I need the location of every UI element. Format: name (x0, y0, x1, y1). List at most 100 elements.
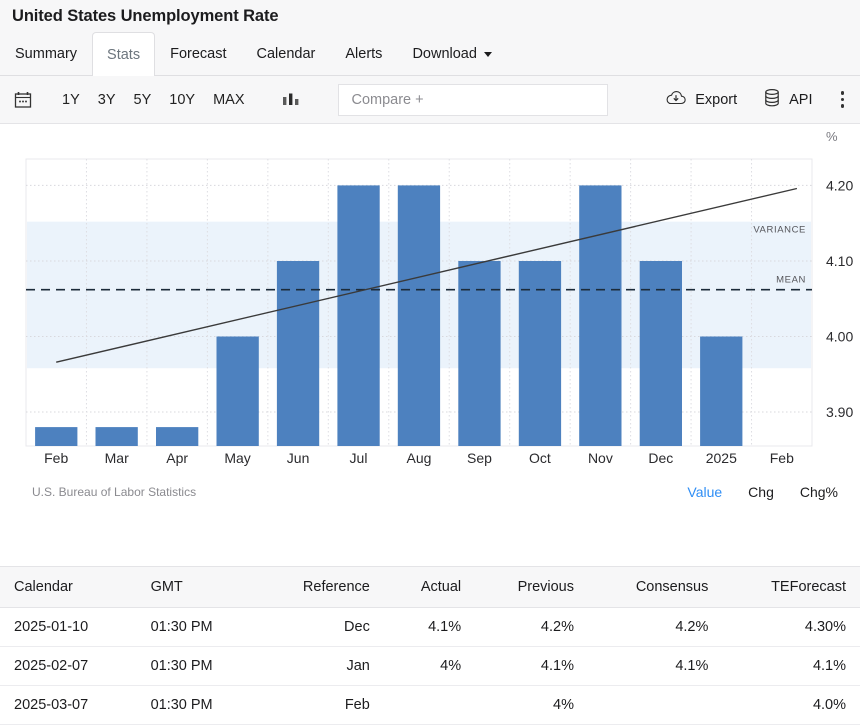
xtick-label-8: Oct (529, 450, 551, 466)
xtick-label-2: Apr (166, 450, 188, 466)
table-row[interactable]: 2025-02-0701:30 PMJan4%4.1%4.1%4.1% (0, 647, 860, 686)
bar-jul-5[interactable] (337, 185, 379, 446)
bar-oct-8[interactable] (519, 261, 561, 446)
xtick-label-6: Aug (407, 450, 432, 466)
chevron-down-icon (484, 52, 492, 57)
col-gmt: GMT (137, 567, 257, 608)
api-label: API (789, 92, 812, 108)
bar-sep-7[interactable] (458, 261, 500, 446)
cell-actual (384, 686, 475, 725)
y-unit-label: % (826, 129, 838, 144)
tab-label: Calendar (257, 46, 316, 62)
tab-download[interactable]: Download (397, 32, 507, 75)
tab-bar: Summary Stats Forecast Calendar Alerts Downlo… (0, 32, 860, 76)
cell-gmt: 01:30 PM (137, 647, 257, 686)
export-label: Export (695, 92, 737, 108)
tab-label: Download (412, 46, 477, 62)
bar-dec-10[interactable] (640, 261, 682, 446)
tab-label: Stats (107, 47, 140, 63)
col-previous: Previous (475, 567, 588, 608)
chart-toolbar: 1Y3Y5Y10YMAX Compare + Export (0, 76, 860, 124)
bar-feb-0[interactable] (35, 427, 77, 446)
tab-calendar[interactable]: Calendar (242, 32, 331, 75)
cell-consensus (588, 686, 722, 725)
bar-nov-9[interactable] (579, 185, 621, 446)
title-bar: United States Unemployment Rate (0, 0, 860, 32)
cell-actual: 4% (384, 647, 475, 686)
legend-chg-pct[interactable]: Chg% (800, 484, 838, 500)
cell-gmt: 01:30 PM (137, 608, 257, 647)
tab-forecast[interactable]: Forecast (155, 32, 241, 75)
col-actual: Actual (384, 567, 475, 608)
cell-previous: 4.2% (475, 608, 588, 647)
xtick-label-12: Feb (770, 450, 794, 466)
cell-teforecast: 4.30% (722, 608, 860, 647)
chart-panel: MEANVARIANCE4.204.104.003.90%FebMarAprMa… (0, 124, 860, 524)
tab-alerts[interactable]: Alerts (330, 32, 397, 75)
cell-consensus: 4.1% (588, 647, 722, 686)
panel-gap (0, 524, 860, 566)
compare-input[interactable]: Compare + (338, 84, 608, 116)
cell-calendar: 2025-02-07 (0, 647, 137, 686)
cell-previous: 4% (475, 686, 588, 725)
export-button[interactable]: Export (665, 89, 737, 111)
cell-teforecast: 4.0% (722, 686, 860, 725)
tab-label: Alerts (345, 46, 382, 62)
legend-value[interactable]: Value (687, 484, 722, 500)
bar-may-3[interactable] (217, 337, 259, 447)
xtick-label-0: Feb (44, 450, 68, 466)
col-teforecast: TEForecast (722, 567, 860, 608)
range-3y[interactable]: 3Y (90, 88, 124, 112)
bar-apr-2[interactable] (156, 427, 198, 446)
ytick-label: 4.20 (826, 177, 853, 193)
kebab-menu-icon[interactable] (841, 91, 845, 108)
cell-reference: Jan (257, 647, 384, 686)
cell-previous: 4.1% (475, 647, 588, 686)
range-selector: 1Y3Y5Y10YMAX (54, 88, 252, 112)
range-1y[interactable]: 1Y (54, 88, 88, 112)
xtick-label-4: Jun (287, 450, 310, 466)
cell-gmt: 01:30 PM (137, 686, 257, 725)
page-title: United States Unemployment Rate (12, 7, 278, 26)
table-row[interactable]: 2025-01-1001:30 PMDec4.1%4.2%4.2%4.30% (0, 608, 860, 647)
cell-teforecast: 4.1% (722, 647, 860, 686)
ytick-label: 4.10 (826, 253, 853, 269)
xtick-label-11: 2025 (706, 450, 737, 466)
mean-label: MEAN (776, 275, 806, 286)
cell-calendar: 2025-01-10 (0, 608, 137, 647)
cell-consensus: 4.2% (588, 608, 722, 647)
xtick-label-7: Sep (467, 450, 492, 466)
calendar-icon[interactable] (8, 85, 38, 115)
table-row[interactable]: 2025-03-0701:30 PMFeb4%4.0% (0, 686, 860, 725)
xtick-label-5: Jul (350, 450, 368, 466)
variance-label: VARIANCE (753, 225, 806, 236)
source-note: U.S. Bureau of Labor Statistics (32, 485, 196, 499)
col-consensus: Consensus (588, 567, 722, 608)
cell-calendar: 2025-03-07 (0, 686, 137, 725)
ytick-label: 4.00 (826, 329, 853, 345)
legend-chg[interactable]: Chg (748, 484, 774, 500)
tab-label: Forecast (170, 46, 226, 62)
bar-jun-4[interactable] (277, 261, 319, 446)
tab-stats[interactable]: Stats (92, 32, 155, 76)
bar-aug-6[interactable] (398, 185, 440, 446)
bar-2025-11[interactable] (700, 337, 742, 447)
unemployment-bar-chart[interactable]: MEANVARIANCE4.204.104.003.90%FebMarAprMa… (0, 124, 860, 484)
range-max[interactable]: MAX (205, 88, 252, 112)
ytick-label: 3.90 (826, 404, 853, 420)
xtick-label-3: May (224, 450, 250, 466)
cloud-download-icon (665, 89, 687, 111)
bar-mar-1[interactable] (96, 427, 138, 446)
api-button[interactable]: API (763, 88, 812, 112)
range-5y[interactable]: 5Y (126, 88, 160, 112)
calendar-table-body: 2025-01-1001:30 PMDec4.1%4.2%4.2%4.30%20… (0, 608, 860, 725)
tab-summary[interactable]: Summary (0, 32, 92, 75)
chart-footer: U.S. Bureau of Labor Statistics Value Chg… (0, 484, 860, 500)
col-calendar: Calendar (0, 567, 137, 608)
range-10y[interactable]: 10Y (161, 88, 203, 112)
chart-legend: Value Chg Chg% (687, 484, 838, 500)
col-reference: Reference (257, 567, 384, 608)
bar-chart-icon[interactable] (274, 86, 308, 114)
database-icon (763, 88, 781, 112)
table-header-row: CalendarGMTReferenceActualPreviousConsen… (0, 567, 860, 608)
